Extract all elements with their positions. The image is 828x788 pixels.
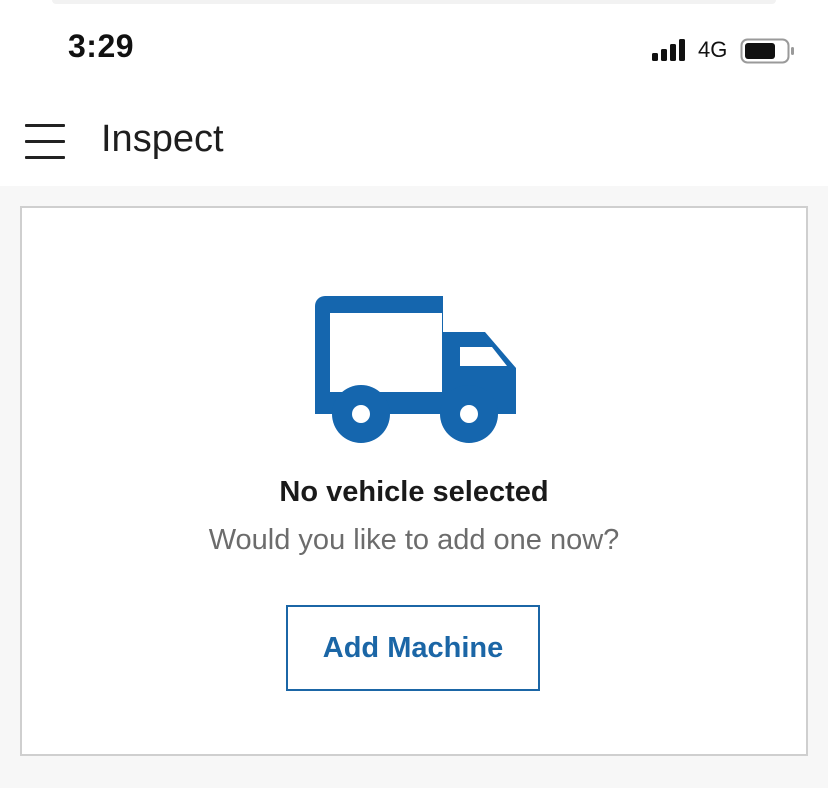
cellular-signal-icon	[652, 39, 685, 61]
hamburger-menu-icon[interactable]	[20, 116, 70, 166]
empty-state-card: No vehicle selected Would you like to ad…	[20, 206, 808, 756]
add-machine-button[interactable]: Add Machine	[286, 605, 540, 691]
network-type-label: 4G	[698, 37, 728, 62]
empty-state-subtitle: Would you like to add one now?	[208, 524, 620, 556]
empty-state-title: No vehicle selected	[279, 476, 549, 508]
status-time: 3:29	[68, 28, 135, 64]
menu-line	[25, 156, 65, 159]
status-bar: 3:29 4G	[0, 0, 828, 96]
app-screen: 3:29 4G Inspect No vehicle selected Woul…	[0, 0, 828, 788]
menu-line	[25, 140, 65, 143]
app-header: Inspect	[0, 96, 828, 186]
battery-icon	[740, 38, 794, 64]
menu-line	[25, 124, 65, 127]
page-title: Inspect	[101, 118, 224, 160]
truck-icon	[315, 296, 516, 443]
